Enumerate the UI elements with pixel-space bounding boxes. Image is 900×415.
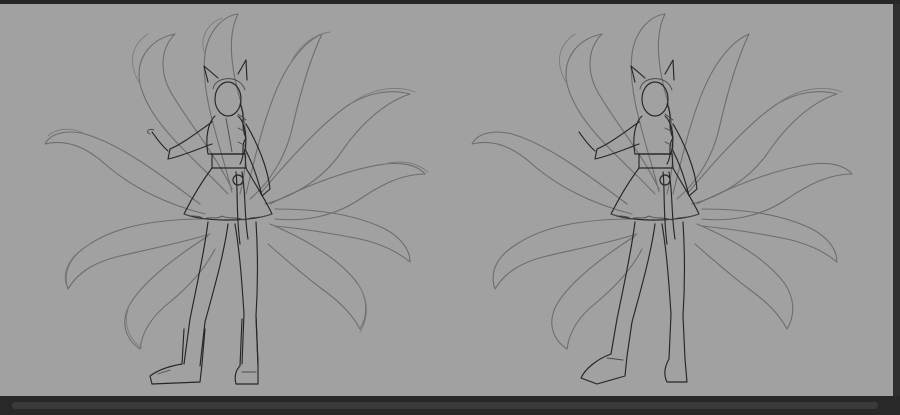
refined-lineart-drawing[interactable] [447, 4, 893, 396]
drawing-app-window [0, 0, 900, 415]
fox-tails-lineart [471, 13, 853, 350]
vertical-scrollbar[interactable] [893, 4, 900, 396]
character-figure-lineart [578, 59, 700, 385]
horizontal-scrollbar[interactable] [0, 396, 900, 415]
rough-sketch-drawing[interactable] [0, 4, 446, 396]
horizontal-scroll-thumb[interactable] [12, 402, 878, 409]
drawing-canvas[interactable] [0, 4, 893, 396]
